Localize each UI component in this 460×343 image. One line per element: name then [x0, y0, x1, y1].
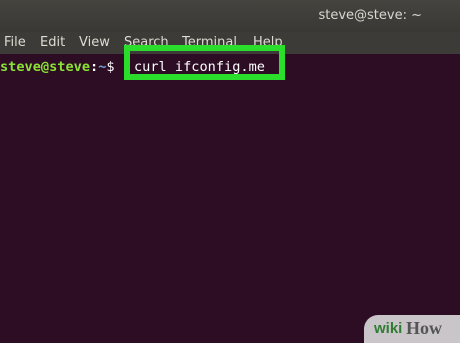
- prompt: steve@steve:~$: [0, 58, 115, 76]
- prompt-user: steve@steve: [0, 59, 91, 75]
- logo-how: How: [406, 318, 442, 338]
- logo-wiki: wiki: [374, 320, 403, 337]
- title-bar[interactable]: steve@steve: ~: [0, 0, 460, 32]
- terminal-screenshot: steve@steve: ~ File Edit View Search Ter…: [0, 0, 460, 343]
- menu-item-view[interactable]: View: [79, 35, 110, 51]
- menu-item-edit[interactable]: Edit: [40, 35, 65, 51]
- window-title: steve@steve: ~: [318, 8, 422, 23]
- prompt-symbol: $: [106, 59, 115, 75]
- prompt-separator: :: [90, 59, 99, 75]
- terminal-body[interactable]: [0, 54, 460, 343]
- menu-item-file[interactable]: File: [4, 35, 26, 51]
- command-text[interactable]: curl ifconfig.me: [134, 58, 265, 76]
- wikihow-logo: wiki How: [364, 315, 460, 343]
